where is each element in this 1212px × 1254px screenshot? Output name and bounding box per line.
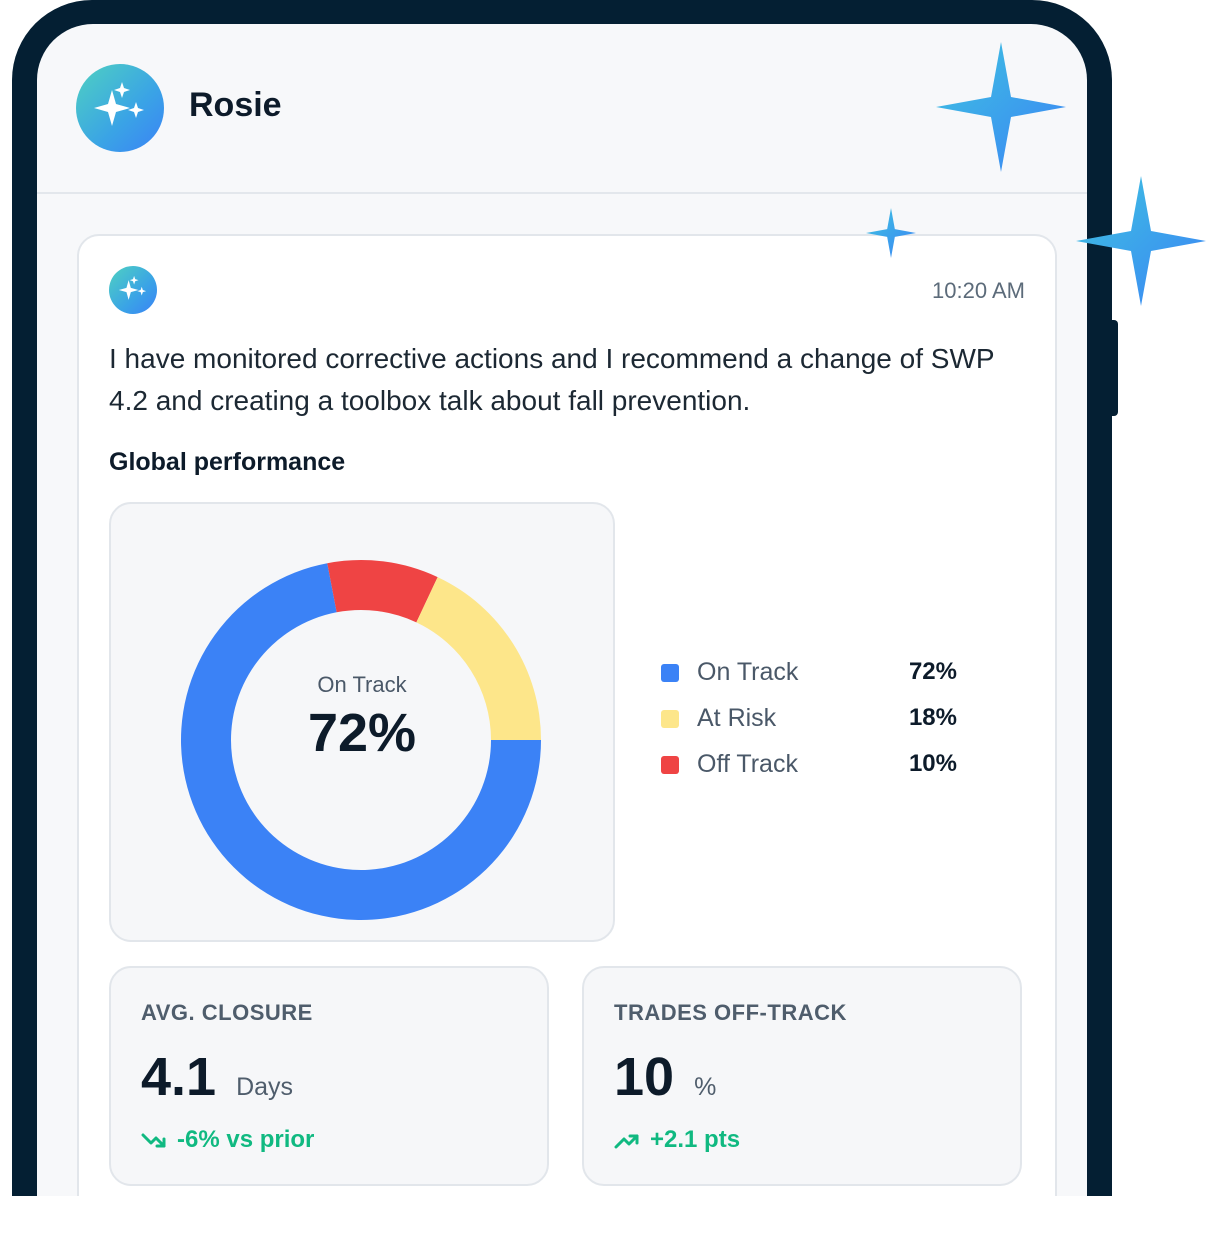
legend-item-on-track: On Track 72% <box>661 658 981 704</box>
legend-item-at-risk: At Risk 18% <box>661 704 981 750</box>
legend-swatch <box>661 664 679 682</box>
legend-swatch <box>661 756 679 774</box>
stat-delta: +2.1 pts <box>614 1126 740 1154</box>
phone-side-button <box>1108 320 1118 416</box>
stat-value: 10 <box>614 1047 675 1107</box>
stat-delta: -6% vs prior <box>141 1126 314 1154</box>
stat-unit: Days <box>236 1073 294 1101</box>
stat-label: TRADES OFF-TRACK <box>614 1000 847 1025</box>
sparkle-icon <box>936 42 1066 172</box>
phone-screen: Rosie 10:20 AM I have monitored correcti… <box>37 24 1087 1196</box>
message-timestamp: 10:20 AM <box>932 278 1025 303</box>
donut-center-value: 72% <box>307 703 417 763</box>
message-card: 10:20 AM I have monitored corrective act… <box>77 234 1057 1196</box>
stat-card-avg-closure: AVG. CLOSURE 4.1 Days -6% vs prior <box>109 966 549 1186</box>
sparkle-icon <box>866 208 916 258</box>
stat-label: AVG. CLOSURE <box>141 1000 313 1025</box>
message-text: I have monitored corrective actions and … <box>109 343 995 416</box>
message-avatar <box>109 266 157 314</box>
stat-unit: % <box>694 1073 717 1101</box>
trend-down-icon <box>141 1133 166 1148</box>
stat-delta-text: +2.1 pts <box>650 1126 741 1153</box>
rosie-avatar[interactable] <box>76 64 164 152</box>
stat-delta-text: -6% vs prior <box>177 1126 315 1153</box>
chart-legend: On Track 72% At Risk 18% Off Track 10% <box>661 658 981 796</box>
legend-label: On Track <box>697 658 799 686</box>
trend-up-icon <box>614 1134 639 1149</box>
sparkles-icon <box>94 82 144 126</box>
sparkle-icon <box>1076 176 1206 306</box>
stat-main: 10% <box>614 1046 716 1108</box>
legend-swatch <box>661 710 679 728</box>
legend-label: At Risk <box>697 704 777 732</box>
stat-value: 4.1 <box>141 1047 217 1107</box>
donut-center-label: On Track <box>317 672 407 697</box>
app-title: Rosie <box>189 86 282 124</box>
legend-value: 72% <box>908 658 957 685</box>
legend-label: Off Track <box>697 750 798 778</box>
sparkles-icon <box>118 275 147 300</box>
chat-header: Rosie <box>37 24 1087 194</box>
legend-value: 18% <box>908 704 957 731</box>
stat-main: 4.1 Days <box>141 1046 293 1108</box>
legend-value: 10% <box>908 750 957 777</box>
stat-card-trades-off-track: TRADES OFF-TRACK 10% +2.1 pts <box>582 966 1022 1186</box>
donut-chart-card: On Track 72% <box>109 502 615 942</box>
legend-item-off-track: Off Track 10% <box>661 750 981 796</box>
section-title: Global performance <box>109 448 346 476</box>
